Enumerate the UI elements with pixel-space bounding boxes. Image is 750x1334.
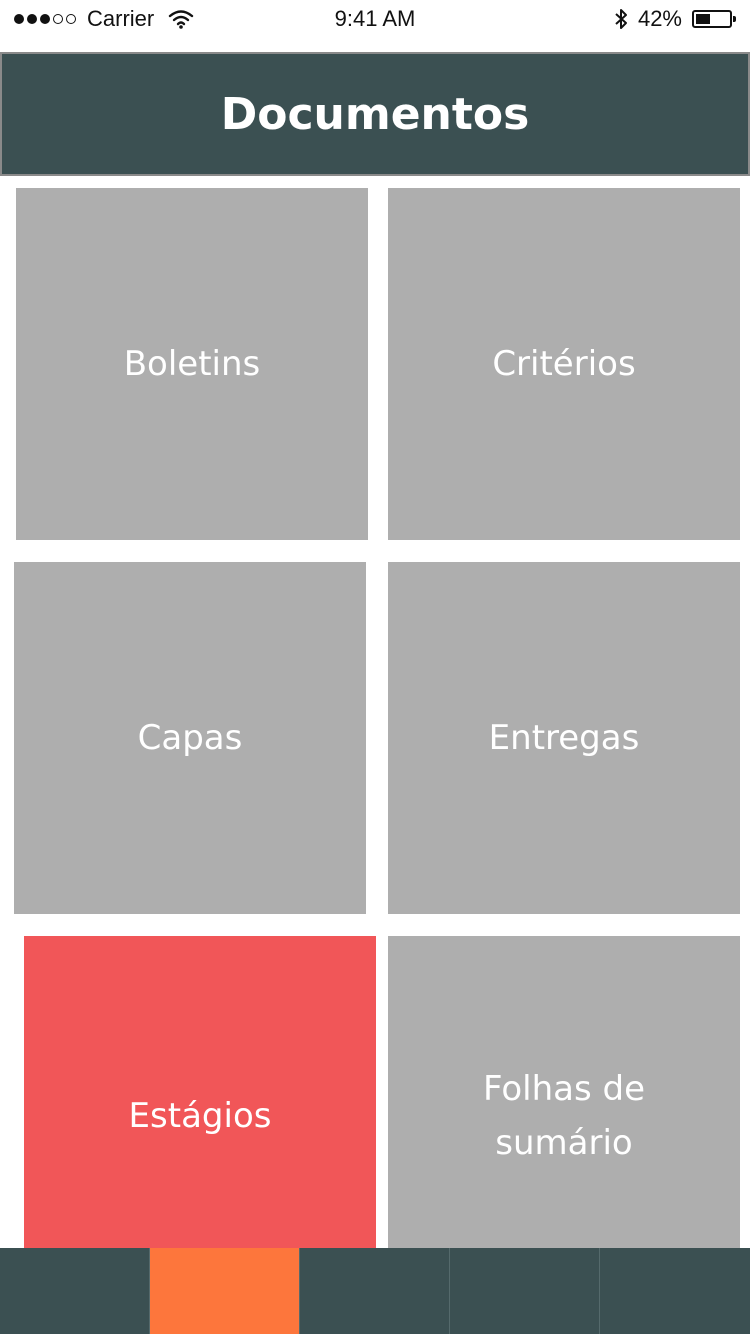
status-bar: Carrier 9:41 AM 42% (0, 0, 750, 40)
tile-entregas[interactable]: Entregas (388, 562, 740, 914)
tile-label: Capas (137, 718, 243, 758)
battery-nub (733, 16, 736, 22)
tab-2[interactable] (150, 1248, 300, 1334)
tile-boletins[interactable]: Boletins (16, 188, 368, 540)
bottom-tab-bar (0, 1248, 750, 1334)
tile-label: Critérios (492, 344, 636, 384)
tile-label: Folhas de sumário (483, 1069, 645, 1163)
app-header: Documentos (0, 52, 750, 176)
tile-capas[interactable]: Capas (14, 562, 366, 914)
tab-5[interactable] (600, 1248, 750, 1334)
tile-folhas-de-sumario[interactable]: Folhas de sumário (388, 936, 740, 1296)
tab-4[interactable] (450, 1248, 600, 1334)
tile-estagios[interactable]: Estágios (24, 936, 376, 1296)
tile-label: Estágios (128, 1096, 272, 1136)
tab-1[interactable] (0, 1248, 150, 1334)
battery-icon (692, 10, 736, 28)
bluetooth-icon (615, 9, 627, 29)
page-title: Documentos (220, 88, 530, 140)
battery-fill (696, 14, 710, 24)
status-right: 42% (614, 6, 736, 32)
tile-label: Entregas (488, 718, 640, 758)
tile-label: Boletins (123, 344, 261, 384)
tile-criterios[interactable]: Critérios (388, 188, 740, 540)
battery-percentage: 42% (637, 6, 682, 31)
tab-3[interactable] (300, 1248, 450, 1334)
